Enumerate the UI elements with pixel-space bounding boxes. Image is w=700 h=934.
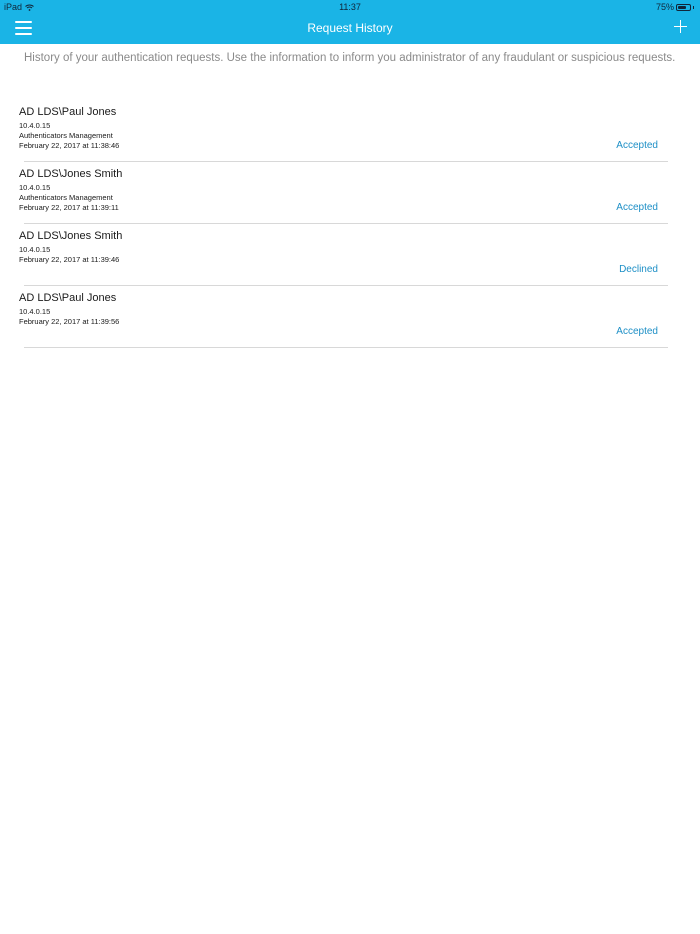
battery-tip [693, 5, 694, 9]
page-title: Request History [307, 21, 393, 35]
request-details: 10.4.0.15 February 22, 2017 at 11:39:46 [19, 245, 119, 265]
request-row[interactable]: AD LDS\Jones Smith 10.4.0.15 Authenticator… [0, 162, 700, 224]
request-user: AD LDS\Jones Smith [19, 230, 123, 242]
plus-icon[interactable] [674, 20, 687, 33]
request-list: AD LDS\Paul Jones 10.4.0.15 Authenticators… [0, 100, 700, 348]
request-details: 10.4.0.15 Authenticators Management Februa… [19, 183, 119, 213]
request-status: Accepted [616, 202, 658, 213]
request-row[interactable]: AD LDS\Paul Jones 10.4.0.15 February 22, 2… [0, 286, 700, 348]
status-time: 11:37 [339, 2, 361, 12]
battery-icon [676, 3, 691, 11]
request-ip: 10.4.0.15 [19, 121, 51, 130]
battery-level [678, 5, 687, 9]
status-battery: 75% [656, 2, 694, 12]
request-user: AD LDS\Jones Smith [19, 168, 123, 180]
request-application: Authenticators Management [19, 193, 113, 202]
page-description: History of your authentication requests.… [24, 52, 676, 64]
request-timestamp: February 22, 2017 at 11:39:11 [19, 203, 119, 212]
app-header: iPad 11:37 75% Request History [0, 0, 700, 44]
request-timestamp: February 22, 2017 at 11:39:56 [19, 317, 120, 326]
row-divider [24, 347, 668, 348]
request-ip: 10.4.0.15 [19, 183, 51, 192]
request-application: Authenticators Management [19, 131, 113, 140]
request-status: Declined [619, 264, 658, 275]
request-details: 10.4.0.15 Authenticators Management Februa… [19, 121, 119, 151]
request-user: AD LDS\Paul Jones [19, 106, 117, 118]
request-ip: 10.4.0.15 [19, 245, 51, 254]
request-user: AD LDS\Paul Jones [19, 292, 117, 304]
status-bar: iPad 11:37 75% [0, 0, 700, 14]
request-row[interactable]: AD LDS\Jones Smith 10.4.0.15 February 22, … [0, 224, 700, 286]
request-timestamp: February 22, 2017 at 11:39:46 [19, 255, 120, 264]
request-status: Accepted [616, 140, 658, 151]
request-status: Accepted [616, 326, 658, 337]
request-timestamp: February 22, 2017 at 11:38:46 [19, 141, 120, 150]
battery-percent: 75% [655, 2, 674, 12]
request-details: 10.4.0.15 February 22, 2017 at 11:39:56 [19, 307, 119, 327]
nav-bar: Request History [0, 14, 700, 44]
request-ip: 10.4.0.15 [19, 307, 51, 316]
request-row[interactable]: AD LDS\Paul Jones 10.4.0.15 Authenticators… [0, 100, 700, 162]
